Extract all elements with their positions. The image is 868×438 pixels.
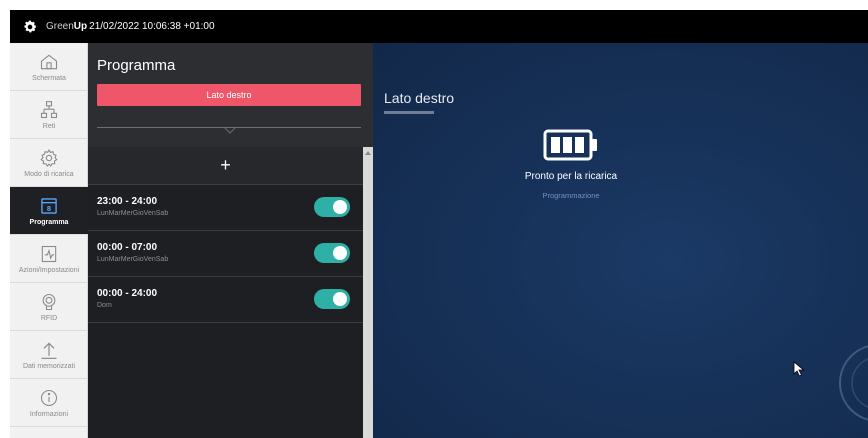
- schedule-scrollbar[interactable]: [363, 147, 373, 438]
- network-icon: [40, 100, 58, 118]
- charger-status-view: Lato destro Pronto per la ricarica Progr…: [373, 43, 868, 438]
- nav-label: Modo di ricarica: [24, 170, 74, 178]
- nav-label: Reti: [42, 122, 56, 130]
- programma-panel: Programma Lato destro + 23:00 - 24:00 Lu…: [88, 43, 373, 438]
- schedule-days: LunMarMerGioVenSab: [97, 210, 169, 217]
- battery-icon: [543, 129, 597, 161]
- nav-label: Programma: [29, 218, 69, 226]
- nav-item-reti[interactable]: Reti: [10, 91, 88, 139]
- nav-label: RFID: [40, 314, 58, 322]
- nav-item-modo-di-ricarica[interactable]: Modo di ricarica: [10, 139, 88, 187]
- brand-name-bold: Up: [73, 21, 88, 32]
- schedule-days: LunMarMerGioVenSab: [97, 256, 169, 263]
- charger-mode-text: Programmazione: [542, 191, 600, 200]
- brand-name-light: Green: [46, 21, 74, 32]
- toggle-knob: [333, 292, 347, 306]
- schedule-item[interactable]: 00:00 - 07:00 LunMarMerGioVenSab: [88, 232, 363, 277]
- settings-gear-icon[interactable]: [22, 19, 38, 35]
- svg-text:8: 8: [47, 204, 51, 213]
- nav-label: Informazioni: [29, 410, 69, 418]
- nav-item-azioni-impostazioni[interactable]: Azioni/Impostazioni: [10, 235, 88, 283]
- schedule-toggle[interactable]: [314, 289, 350, 309]
- actions-icon: [41, 245, 57, 262]
- main-title: Lato destro: [384, 90, 455, 106]
- gear-icon: [40, 148, 58, 167]
- nav-item-informazioni[interactable]: Informazioni: [10, 379, 88, 427]
- schedule-days: Dom: [97, 302, 112, 309]
- info-icon: [40, 389, 58, 406]
- schedule-item[interactable]: 00:00 - 24:00 Dom: [88, 278, 363, 323]
- chevron-down-icon[interactable]: [224, 127, 236, 134]
- nav-item-rfid[interactable]: RFID: [10, 283, 88, 331]
- scroll-up-icon[interactable]: [365, 151, 371, 155]
- toggle-knob: [333, 200, 347, 214]
- nav-item-schermata[interactable]: Schermata: [10, 43, 88, 91]
- nav-label: Azioni/Impostazioni: [18, 266, 80, 274]
- upload-icon: [41, 342, 57, 359]
- left-nav: Schermata Reti Modo di ricarica 8 Progra…: [10, 43, 88, 438]
- schedule-time: 23:00 - 24:00: [97, 196, 158, 207]
- schedule-toggle[interactable]: [314, 197, 350, 217]
- schedule-time: 00:00 - 07:00: [97, 242, 158, 253]
- schedule-item[interactable]: 23:00 - 24:00 LunMarMerGioVenSab: [88, 186, 363, 231]
- side-select-button[interactable]: Lato destro: [97, 84, 361, 106]
- mouse-pointer-icon: [793, 361, 805, 377]
- nav-item-dati-memorizzati[interactable]: Dati memorizzati: [10, 331, 88, 379]
- calendar-icon: 8: [41, 197, 57, 214]
- datetime-readout: 21/02/2022 10:06:38 +01:00: [89, 21, 215, 32]
- panel-title: Programma: [97, 57, 176, 74]
- rfid-icon: [42, 293, 56, 310]
- schedule-time: 00:00 - 24:00: [97, 288, 158, 299]
- decorative-ring-icon: [839, 345, 868, 421]
- app-window: Green Up 21/02/2022 10:06:38 +01:00 Sche…: [10, 10, 868, 438]
- title-underline: [384, 111, 434, 114]
- nav-label: Dati memorizzati: [22, 362, 76, 370]
- charger-status-text: Pronto per la ricarica: [524, 171, 618, 182]
- add-schedule-button[interactable]: +: [88, 147, 363, 185]
- top-bar: Green Up 21/02/2022 10:06:38 +01:00: [10, 10, 868, 43]
- schedule-toggle[interactable]: [314, 243, 350, 263]
- nav-item-programma[interactable]: 8 Programma: [10, 187, 88, 235]
- toggle-knob: [333, 246, 347, 260]
- nav-label: Schermata: [32, 74, 66, 82]
- home-icon: [40, 54, 58, 69]
